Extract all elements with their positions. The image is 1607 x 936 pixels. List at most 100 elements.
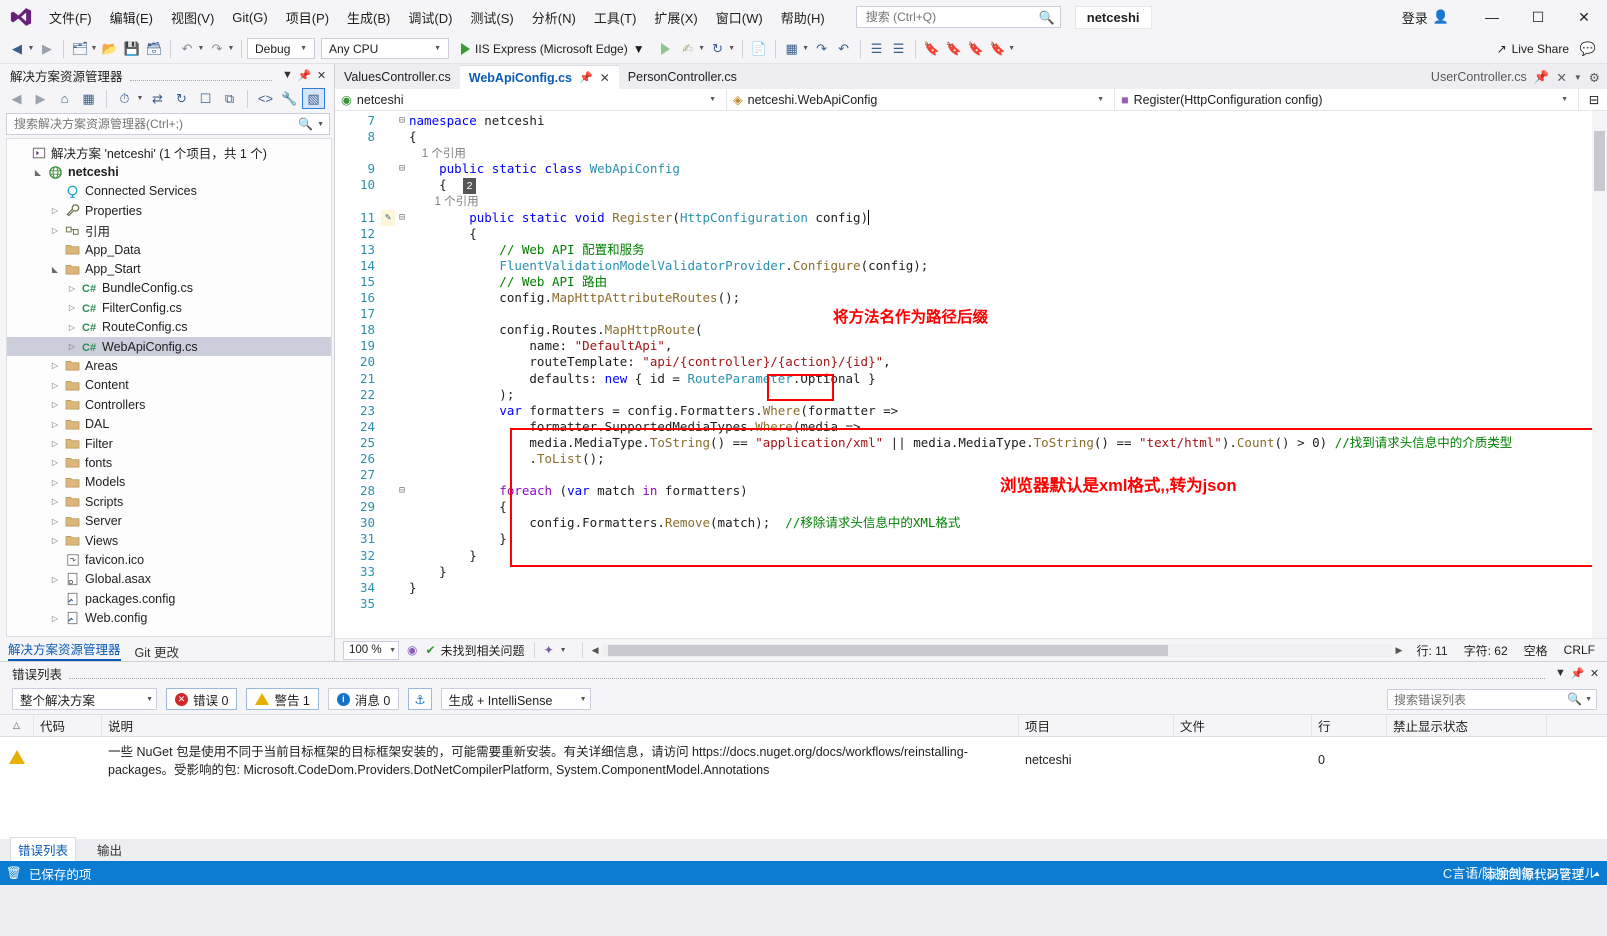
home-icon[interactable]: ⌂	[53, 88, 76, 109]
sync-with-active-document-icon[interactable]: ⇄	[146, 88, 169, 109]
hot-reload-dropdown-icon[interactable]: ▼	[697, 45, 707, 52]
redo-icon[interactable]: ↷	[206, 38, 228, 60]
scroll-left-icon[interactable]: ◀	[592, 645, 599, 656]
errors-filter-button[interactable]: ✕ 错误 0	[166, 688, 238, 710]
menu-extensions[interactable]: 扩展(X)	[645, 4, 706, 31]
previous-bookmark-icon[interactable]: 🔖	[943, 38, 965, 60]
hot-reload-icon[interactable]: ✍	[677, 38, 699, 60]
collapsed-arrow-icon[interactable]: ▷	[47, 361, 63, 370]
start-debugging-button[interactable]: IIS Express (Microsoft Edge) ▼	[457, 38, 651, 60]
menu-tools[interactable]: 工具(T)	[585, 4, 646, 31]
tree-item-app_data[interactable]: App_Data	[7, 240, 331, 259]
tree-item-filterconfig.cs[interactable]: ▷ C# FilterConfig.cs	[7, 298, 331, 317]
refresh-dropdown-icon[interactable]: ▼	[727, 45, 737, 52]
column-header-file[interactable]: 文件	[1174, 715, 1312, 736]
chevron-down-icon[interactable]: ▼	[1582, 696, 1592, 703]
tree-item-areas[interactable]: ▷ Areas	[7, 356, 331, 375]
column-header-line[interactable]: 行	[1312, 715, 1387, 736]
tree-item-models[interactable]: ▷ Models	[7, 473, 331, 492]
close-icon[interactable]: ✕	[313, 69, 330, 82]
editor-horizontal-scrollbar[interactable]	[602, 643, 1392, 657]
clear-bookmarks-icon[interactable]: 🔖	[987, 38, 1009, 60]
preview-selected-items-icon[interactable]: ▧	[302, 88, 325, 109]
undo-dropdown-icon[interactable]: ▼	[196, 45, 206, 52]
split-view-icon[interactable]: ⊟	[1579, 89, 1607, 110]
pending-changes-icon[interactable]: ⏱	[113, 88, 136, 109]
collapsed-arrow-icon[interactable]: ▷	[47, 536, 63, 545]
pin-icon[interactable]: 📌	[1534, 70, 1550, 85]
feedback-icon[interactable]: 💬	[1577, 38, 1599, 60]
step-into-icon[interactable]: ↷	[811, 38, 833, 60]
collapse-region-icon[interactable]: ⊟	[395, 210, 409, 226]
table-row[interactable]: 一些 NuGet 包是使用不同于当前目标框架的目标框架安装的，可能需要重新安装。…	[0, 737, 1607, 787]
collapsed-arrow-icon[interactable]: ▷	[47, 226, 63, 235]
tab-webapiconfig[interactable]: WebApiConfig.cs 📌 ✕	[459, 65, 619, 89]
toggle-bookmark-icon[interactable]: 🔖	[921, 38, 943, 60]
pin-icon[interactable]: 📌	[296, 69, 313, 82]
menu-view[interactable]: 视图(V)	[162, 4, 223, 31]
save-all-icon[interactable]: 🗃	[143, 38, 165, 60]
solution-explorer-search[interactable]: 🔍 ▼	[6, 113, 330, 135]
editor-vertical-scrollbar[interactable]	[1592, 111, 1607, 638]
column-header-extra[interactable]	[1547, 715, 1607, 736]
step-over-icon[interactable]: ↶	[833, 38, 855, 60]
search-options-chevron-icon[interactable]: ▼	[313, 121, 324, 128]
search-input[interactable]	[863, 9, 1056, 25]
minimize-button[interactable]: —	[1469, 1, 1515, 33]
collapsed-arrow-icon[interactable]: ▷	[47, 420, 63, 429]
navigate-forward-icon[interactable]: ▶	[36, 38, 58, 60]
forward-icon[interactable]: ▶	[29, 88, 52, 109]
tree-item-webapiconfig.cs[interactable]: ▷ C# WebApiConfig.cs	[7, 336, 331, 357]
tree-item-netceshi[interactable]: ◣ netceshi	[7, 162, 331, 181]
refresh-icon[interactable]: ↻	[170, 88, 193, 109]
navigate-backward-icon[interactable]: ◀	[6, 38, 28, 60]
panel-menu-icon[interactable]: ▼	[279, 69, 296, 81]
build-intellisense-select[interactable]: 生成 + IntelliSense ▼	[440, 688, 591, 710]
warnings-filter-button[interactable]: 警告 1	[246, 688, 319, 710]
tree-item-controllers[interactable]: ▷ Controllers	[7, 395, 331, 414]
tree-item-connected-services[interactable]: Connected Services	[7, 182, 331, 201]
chevron-down-icon[interactable]: ▼	[1574, 73, 1582, 82]
tree-item-packages.config[interactable]: packages.config	[7, 589, 331, 608]
collapse-region-icon[interactable]: ⊟	[395, 161, 409, 177]
tree-item-fonts[interactable]: ▷ fonts	[7, 453, 331, 472]
tree-item-content[interactable]: ▷ Content	[7, 376, 331, 395]
menu-git[interactable]: Git(G)	[223, 6, 276, 29]
expanded-arrow-icon[interactable]: ◣	[30, 168, 46, 177]
collapsed-arrow-icon[interactable]: ▷	[64, 303, 80, 312]
panel-menu-icon[interactable]: ▼	[1552, 667, 1569, 679]
nav-member-select[interactable]: ■ Register(HttpConfiguration config) ▼	[1115, 89, 1579, 110]
close-button[interactable]: ✕	[1561, 1, 1607, 33]
error-list-search[interactable]: 搜索错误列表 🔍 ▼	[1387, 688, 1597, 710]
collapsed-arrow-icon[interactable]: ▷	[47, 381, 63, 390]
live-share-button[interactable]: ↗ Live Share	[1489, 40, 1577, 58]
maximize-button[interactable]: ☐	[1515, 1, 1561, 33]
bookmark-glyph-icon[interactable]: ✎	[381, 209, 395, 226]
menu-project[interactable]: 项目(P)	[277, 4, 338, 31]
new-project-icon[interactable]: 🗂	[69, 38, 91, 60]
tab-git-changes[interactable]: Git 更改	[135, 642, 179, 661]
tree-item-favicon.ico[interactable]: favicon.ico	[7, 550, 331, 569]
refresh-icon[interactable]: ↻	[707, 38, 729, 60]
menu-build[interactable]: 生成(B)	[338, 4, 399, 31]
close-icon[interactable]: ✕	[1556, 70, 1566, 85]
code-analysis-icon[interactable]: ◉	[407, 643, 417, 657]
solution-search-input[interactable]	[12, 116, 299, 132]
collapsed-arrow-icon[interactable]: ▷	[64, 323, 80, 332]
column-header-suppression[interactable]: 禁止显示状态	[1387, 715, 1547, 736]
tab-error-list[interactable]: 错误列表	[10, 837, 77, 861]
collapsed-arrow-icon[interactable]: ▷	[47, 458, 63, 467]
tree-item-bundleconfig.cs[interactable]: ▷ C# BundleConfig.cs	[7, 279, 331, 298]
menu-debug[interactable]: 调试(D)	[399, 4, 461, 31]
select-element-icon[interactable]: 📄	[748, 38, 770, 60]
tab-user-controller-label[interactable]: UserController.cs	[1431, 70, 1527, 84]
collapsed-arrow-icon[interactable]: ▷	[47, 614, 63, 623]
tree-item-properties[interactable]: ▷ Properties	[7, 201, 331, 220]
collapse-region-icon[interactable]: ⊟	[395, 113, 409, 129]
menu-analyze[interactable]: 分析(N)	[523, 4, 585, 31]
solution-platform-select[interactable]: Any CPU ▼	[321, 38, 449, 59]
nav-project-select[interactable]: ◉ netceshi ▼	[335, 89, 727, 110]
back-icon[interactable]: ◀	[5, 88, 28, 109]
menu-help[interactable]: 帮助(H)	[772, 4, 834, 31]
error-list-grid[interactable]: △ 代码 说明 项目 文件 行 禁止显示状态 一些 NuGet 包是使用不同于当…	[0, 714, 1607, 839]
